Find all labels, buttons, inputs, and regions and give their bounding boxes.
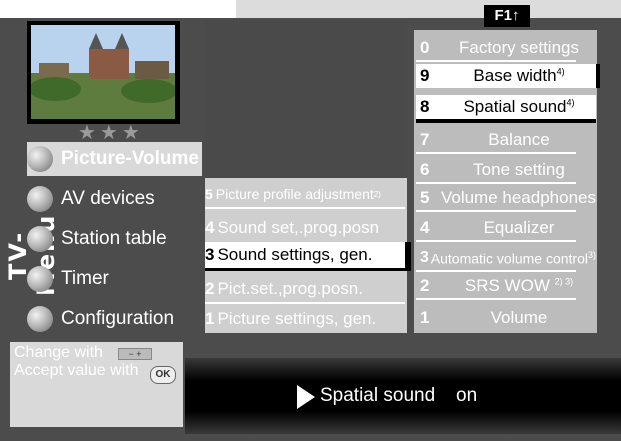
- item-number: 7: [420, 130, 430, 149]
- value-setting[interactable]: on: [456, 385, 477, 407]
- divider: [416, 240, 576, 242]
- ok-key-icon: OK: [150, 366, 176, 384]
- item-label: Tone setting: [473, 160, 565, 179]
- divider: [205, 207, 405, 209]
- item-label: Sound set,.prog.posn: [217, 218, 380, 237]
- option-automatic-volume-control[interactable]: 3 Automatic volume control3): [416, 246, 596, 270]
- circle-icon: [27, 146, 53, 172]
- item-footnote: 4): [566, 97, 575, 108]
- divider: [416, 182, 576, 184]
- menu-item-av-devices[interactable]: AV devices: [27, 182, 202, 216]
- city-gate-picture: [31, 25, 175, 119]
- submenu-item-picture-profile[interactable]: 5 Picture profile adjustment 2): [205, 181, 405, 207]
- option-tone-setting[interactable]: 6 Tone setting: [416, 158, 596, 182]
- divider: [416, 60, 576, 62]
- item-label: Base width: [473, 66, 557, 85]
- item-number: 4: [205, 218, 215, 237]
- menu-item-station-table[interactable]: Station table: [27, 222, 202, 256]
- submenu-item-pict-set-prog[interactable]: 2 Pict.set.,prog.posn.: [205, 276, 405, 302]
- middle-empty-area: [205, 20, 407, 178]
- minus-plus-key-icon: − +: [118, 348, 152, 360]
- menu-item-configuration[interactable]: Configuration: [27, 302, 202, 336]
- divider: [416, 210, 576, 212]
- item-footnote: 2) 3): [554, 276, 574, 287]
- value-label: Spatial sound: [320, 385, 436, 406]
- item-label: Automatic volume control: [430, 250, 588, 267]
- item-label: Picture settings, gen.: [217, 309, 377, 328]
- hint-change-with: Change with: [14, 344, 103, 361]
- item-number: 1: [420, 308, 430, 327]
- item-label: Volume: [490, 308, 548, 327]
- item-label: Factory settings: [459, 38, 579, 57]
- circle-icon: [27, 266, 53, 292]
- menu-item-label: Configuration: [61, 308, 175, 329]
- item-number: 4: [420, 218, 430, 237]
- menu-item-label: AV devices: [61, 188, 155, 209]
- item-number: 8: [420, 97, 430, 116]
- divider: [416, 298, 576, 300]
- item-label: Sound settings, gen.: [217, 245, 373, 264]
- option-equalizer[interactable]: 4 Equalizer: [416, 216, 596, 240]
- circle-icon: [27, 226, 53, 252]
- preview-image: [31, 25, 175, 119]
- play-arrow-icon: [297, 385, 315, 409]
- item-label: Picture profile adjustment: [215, 186, 374, 202]
- item-number: 5: [205, 186, 213, 202]
- option-volume[interactable]: 1 Volume: [416, 306, 596, 330]
- f1-label: F1: [494, 7, 512, 24]
- item-number: 1: [205, 309, 215, 328]
- item-footnote: 3): [587, 249, 596, 260]
- item-number: 3: [205, 245, 215, 264]
- top-strip: [236, 0, 621, 18]
- divider: [416, 270, 576, 272]
- item-number: 2: [420, 276, 430, 295]
- hint-accept-value-with: Accept value with: [14, 362, 139, 379]
- divider: [416, 152, 576, 154]
- item-label: Volume headphones: [440, 188, 596, 207]
- item-label: Pict.set.,prog.posn.: [217, 279, 363, 298]
- menu-item-label: Picture-Volume: [61, 148, 199, 169]
- option-volume-headphones[interactable]: 5 Volume headphones: [416, 186, 596, 210]
- arrow-up-icon: ↑: [512, 7, 520, 24]
- f1-help-button[interactable]: F1↑: [484, 5, 530, 27]
- item-label: SRS WOW: [464, 276, 550, 295]
- menu-item-label: Timer: [61, 268, 109, 289]
- item-number: 2: [205, 279, 215, 298]
- submenu-item-sound-set-prog[interactable]: 4 Sound set,.prog.posn: [205, 215, 405, 241]
- divider: [205, 302, 405, 304]
- item-number: 3: [420, 249, 429, 266]
- menu-item-timer[interactable]: Timer: [27, 262, 202, 296]
- item-number: 9: [420, 66, 430, 85]
- circle-icon: [27, 186, 53, 212]
- option-factory-settings[interactable]: 0 Factory settings: [416, 36, 596, 60]
- submenu-item-picture-settings-gen[interactable]: 1 Picture settings, gen.: [205, 306, 405, 332]
- item-number: 5: [420, 188, 430, 207]
- menu-item-label: Station table: [61, 228, 167, 249]
- option-balance[interactable]: 7 Balance: [416, 128, 596, 152]
- submenu-item-sound-settings-gen[interactable]: 3 Sound settings, gen.: [205, 242, 411, 271]
- menu-item-picture-volume[interactable]: Picture-Volume: [27, 142, 202, 176]
- option-spatial-sound[interactable]: 8 Spatial sound4): [416, 95, 596, 123]
- item-label: Spatial sound: [463, 97, 567, 116]
- item-number: 0: [420, 38, 430, 57]
- option-base-width[interactable]: 9 Base width4): [416, 64, 600, 88]
- option-srs-wow[interactable]: 2 SRS WOW 2) 3): [416, 274, 596, 298]
- item-label: Balance: [488, 130, 550, 149]
- item-footnote: 4): [556, 66, 565, 77]
- item-label: Equalizer: [483, 218, 555, 237]
- circle-icon: [27, 306, 53, 332]
- item-number: 6: [420, 160, 430, 179]
- item-footnote: 2): [373, 189, 381, 199]
